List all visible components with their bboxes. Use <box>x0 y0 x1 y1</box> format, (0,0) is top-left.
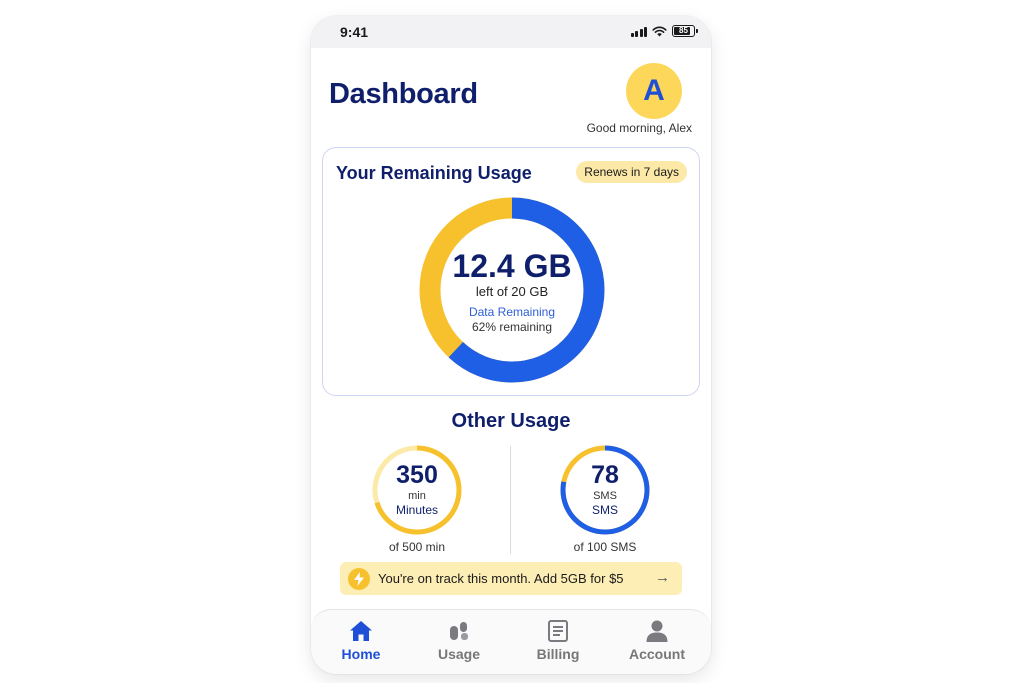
sms-value: 78 <box>591 461 619 489</box>
usage-divider <box>510 446 511 554</box>
status-icons: 85 <box>630 25 698 37</box>
sms-name: SMS <box>591 503 618 517</box>
data-remaining-label: Data Remaining <box>468 305 556 319</box>
arrow-right-icon[interactable]: → <box>655 569 670 586</box>
minutes-name: Minutes <box>395 503 439 517</box>
renew-badge: Renews in 7 days <box>576 161 687 183</box>
sms-stat[interactable]: 78 SMS SMS <box>559 444 651 536</box>
donut-center: 12.4 GB left of 20 GB Data Remaining 62%… <box>418 196 606 384</box>
avatar[interactable]: A <box>626 63 682 119</box>
sms-unit: SMS <box>593 490 617 502</box>
tab-account[interactable]: Account <box>612 620 702 662</box>
billing-icon <box>548 620 568 642</box>
status-bar: 9:41 85 <box>311 16 711 48</box>
data-remaining-value: 12.4 GB <box>452 248 572 284</box>
tab-account-label: Account <box>629 646 685 662</box>
tab-home-label: Home <box>341 646 381 662</box>
signal-icon <box>630 26 647 37</box>
usage-icon <box>450 622 468 640</box>
phone-frame: 9:41 85 Dashboard A Good morning, Alex Y… <box>311 16 711 674</box>
home-icon <box>350 621 372 641</box>
data-total-text: left of 20 GB <box>475 284 549 299</box>
account-icon <box>646 620 668 642</box>
battery-icon: 85 <box>672 25 698 37</box>
tab-billing-label: Billing <box>536 646 580 662</box>
promo-banner[interactable]: You're on track this month. Add 5GB for … <box>340 562 682 595</box>
tab-home[interactable]: Home <box>316 620 406 662</box>
remaining-usage-card[interactable]: Your Remaining Usage Renews in 7 days 12… <box>322 147 700 396</box>
greeting-text: Good morning, Alex <box>586 121 692 135</box>
other-usage-title: Other Usage <box>451 410 571 432</box>
data-percent-text: 62% remaining <box>471 320 553 334</box>
sms-total: of 100 SMS <box>573 540 637 554</box>
lightning-icon <box>348 567 370 590</box>
status-time: 9:41 <box>340 24 369 40</box>
wifi-icon <box>652 26 667 36</box>
minutes-stat[interactable]: 350 min Minutes <box>371 444 463 536</box>
tab-bar: Home Usage Billing Account <box>311 609 711 674</box>
battery-level: 85 <box>679 26 688 35</box>
minutes-unit: min <box>408 490 426 502</box>
promo-text: You're on track this month. Add 5GB for … <box>378 571 624 586</box>
card-title: Your Remaining Usage <box>336 163 532 183</box>
tab-billing[interactable]: Billing <box>513 620 603 662</box>
minutes-value: 350 <box>396 461 438 489</box>
minutes-total: of 500 min <box>388 540 446 554</box>
tab-usage-label: Usage <box>437 646 481 662</box>
page-title: Dashboard <box>329 78 478 110</box>
tab-usage[interactable]: Usage <box>414 620 504 662</box>
